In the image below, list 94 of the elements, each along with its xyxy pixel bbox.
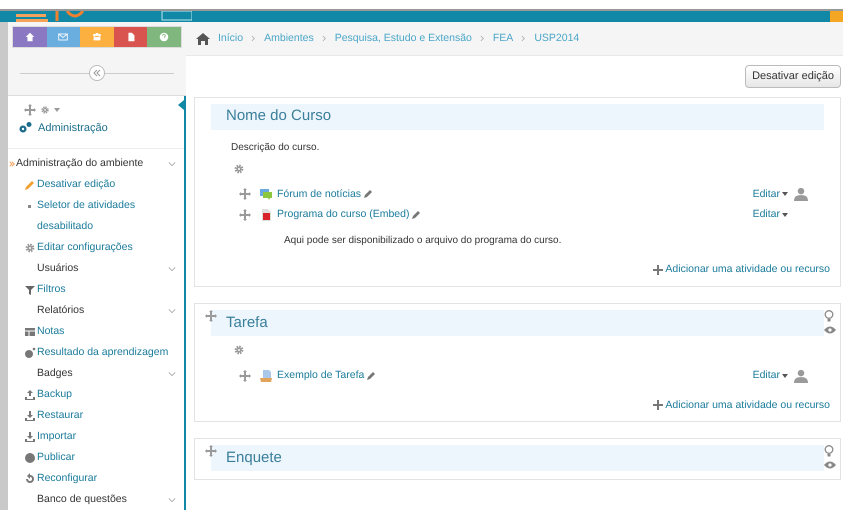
nav-button[interactable] [80,27,114,48]
tree-link[interactable]: Reconfigurar [37,468,98,489]
nav-button[interactable] [147,27,181,48]
add-activity-link[interactable]: Adicionar uma atividade ou recurso [653,262,830,278]
upload-icon [24,389,36,401]
nav-button[interactable] [46,27,80,48]
collapse-button[interactable] [89,65,105,82]
activity-link[interactable]: Programa do curso (Embed) [277,207,410,223]
plus-icon [653,400,664,410]
move-icon[interactable] [24,104,36,116]
tree-link[interactable]: Desativar edição [37,174,116,195]
caret-icon [782,192,788,196]
tree-link[interactable]: Notas [37,321,64,342]
gears-icon [18,120,32,135]
chat-icon [259,187,273,202]
chevron-icon[interactable] [168,497,176,503]
lightbulb-icon[interactable] [824,310,834,322]
person-icon[interactable] [794,368,808,383]
edit-mode-button[interactable]: Desativar edição [745,65,841,88]
pencil-icon [24,179,36,191]
move-icon[interactable] [205,445,217,458]
refresh-icon [24,473,36,485]
tree-branch[interactable]: Administração do ambiente [16,153,168,174]
download-icon [24,410,36,422]
chevron-icon[interactable] [168,308,176,314]
document-icon [259,208,273,222]
chevron-icon [521,35,526,42]
gear-icon[interactable] [233,162,245,174]
section-summary: Descrição do curso. [231,140,320,154]
tree-link[interactable]: Resultado da aprendizagem [37,342,168,363]
tree-link[interactable]: Filtros [37,279,66,300]
tree-branch[interactable]: Banco de questões [24,489,168,510]
section-title: Enquete [226,448,282,468]
section-title: Nome do Curso [226,106,332,126]
edit-menu-button[interactable]: Editar [752,368,788,384]
tree-link[interactable]: Importar [37,426,76,447]
filter-icon [24,284,36,296]
eye-icon[interactable] [824,461,836,470]
breadcrumb-link[interactable]: USP2014 [534,30,580,46]
caret-icon [782,374,788,378]
help-icon [158,31,170,44]
table-icon [24,326,36,338]
move-icon[interactable] [239,209,251,222]
people-icon [90,31,103,44]
eye-icon[interactable] [824,326,836,334]
edit-menu-button[interactable]: Editar [752,186,788,202]
chevron-icon[interactable] [168,160,176,166]
breadcrumb-link[interactable]: Pesquisa, Estudo e Extensão [334,30,472,46]
double-chevron-icon [9,160,15,166]
home-icon[interactable] [196,32,210,44]
move-icon[interactable] [239,188,251,200]
chevron-icon[interactable] [168,266,176,272]
mail-icon [57,31,70,44]
caret-icon[interactable] [54,108,60,112]
activity-link[interactable]: Fórum de notícias [277,186,362,202]
pencil-icon[interactable] [366,370,376,381]
tree-link[interactable]: Editar configurações [37,237,133,258]
home-icon [24,31,36,44]
move-icon[interactable] [239,370,251,382]
tree-link[interactable]: Publicar [37,447,75,468]
chevron-icon [322,35,327,42]
chevron-icon[interactable] [168,371,176,377]
caret-icon [782,213,788,218]
tree-link[interactable]: Restaurar [37,405,84,426]
tree-link[interactable]: Backup [37,384,72,405]
chevron-icon [480,35,485,42]
chevron-icon [251,35,256,42]
tree-link[interactable]: Seletor de atividades desabilitado [37,195,176,237]
nav-button[interactable] [114,27,148,48]
download-icon [24,431,36,443]
gear-icon[interactable] [24,242,36,254]
move-icon[interactable] [205,310,217,322]
block-title: Administração [38,120,108,136]
section-title: Tarefa [226,312,268,332]
person-icon[interactable] [794,187,808,202]
activity-description: Aqui pode ser disponibilizado o arquivo do programa do curso. [284,234,562,248]
nav-button[interactable] [13,27,47,48]
breadcrumb-link[interactable]: Início [218,30,244,46]
tree-branch[interactable]: Relatórios [24,300,168,321]
gear-icon[interactable] [233,344,245,356]
assignment-icon [259,368,273,383]
add-activity-link[interactable]: Adicionar uma atividade ou recurso [653,398,830,414]
pencil-icon[interactable] [363,189,374,200]
lightbulb-icon[interactable] [824,445,834,458]
activity-link[interactable]: Exemplo de Tarefa [277,368,364,384]
tree-branch[interactable]: Usuários [24,258,168,279]
pencil-icon[interactable] [411,210,422,220]
plus-icon [653,264,664,275]
double-chevron-icon [93,69,101,78]
gear-icon[interactable] [40,104,50,114]
breadcrumb-link[interactable]: FEA [492,30,514,46]
tree-branch[interactable]: Badges [24,363,168,384]
edit-menu-button[interactable]: Editar [752,207,788,223]
breadcrumb-link[interactable]: Ambientes [264,30,314,46]
